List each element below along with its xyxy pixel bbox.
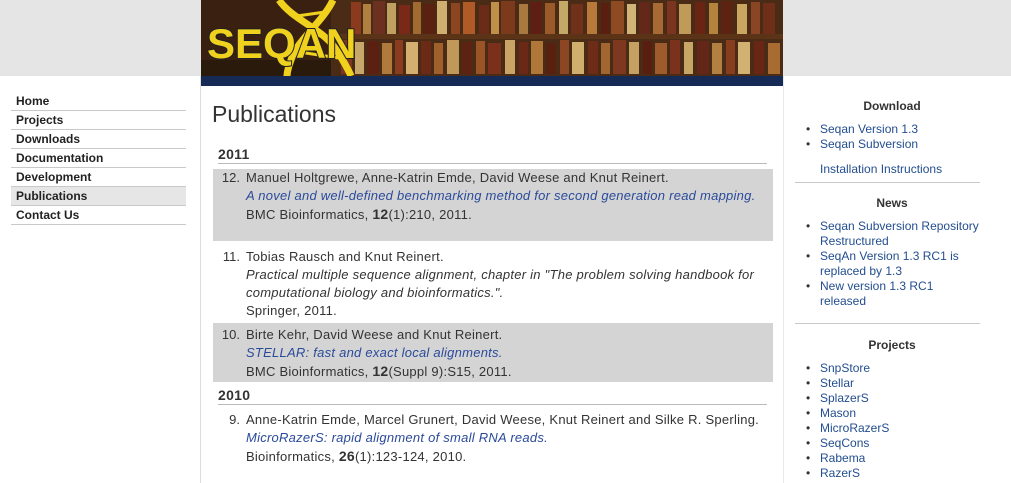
download-heading: Download xyxy=(863,99,921,113)
pub-issue: (Suppl 9):S15, 2011. xyxy=(388,364,512,379)
year-heading-2011: 2011 xyxy=(218,146,767,164)
news-list: Seqan Subversion Repository Restructured… xyxy=(806,219,981,309)
logo-text: SEQAN xyxy=(207,20,356,67)
bookshelf-image: SEQAN xyxy=(201,0,783,86)
pub-title-link[interactable]: MicroRazerS: rapid alignment of small RN… xyxy=(246,429,766,447)
pub-issue: (1):123-124, 2010. xyxy=(354,449,467,464)
header-banner: SEQAN xyxy=(201,0,783,86)
pub-authors: Manuel Holtgrewe, Anne-Katrin Emde, Davi… xyxy=(246,170,669,185)
publication-9: 9. Anne-Katrin Emde, Marcel Grunert, Dav… xyxy=(213,411,773,483)
publication-12: 12. Manuel Holtgrewe, Anne-Katrin Emde, … xyxy=(213,169,773,241)
main-content: Publications 2011 12. Manuel Holtgrewe, … xyxy=(201,86,783,483)
pub-journal: BMC Bioinformatics, xyxy=(246,207,373,222)
project-link[interactable]: Stellar xyxy=(806,376,981,391)
nav-item-development[interactable]: Development xyxy=(11,168,186,187)
pub-number: 12. xyxy=(221,170,240,185)
nav-item-downloads[interactable]: Downloads xyxy=(11,130,186,149)
pub-authors: Birte Kehr, David Weese and Knut Reinert… xyxy=(246,327,503,342)
pub-journal: Springer, 2011. xyxy=(246,303,337,318)
pub-number: 9. xyxy=(229,412,240,427)
year-heading-2010: 2010 xyxy=(218,387,767,405)
project-link[interactable]: MicroRazerS xyxy=(806,421,981,436)
nav-item-projects[interactable]: Projects xyxy=(11,111,186,130)
nav-item-documentation[interactable]: Documentation xyxy=(11,149,186,168)
section-divider xyxy=(795,182,980,183)
pub-number: 11. xyxy=(222,249,240,264)
news-item[interactable]: SeqAn Version 1.3 RC1 is replaced by 1.3 xyxy=(806,249,981,279)
pub-title-link[interactable]: A novel and well-defined benchmarking me… xyxy=(246,187,766,205)
pub-title-link[interactable]: STELLAR: fast and exact local alignments… xyxy=(246,344,766,362)
project-link[interactable]: Mason xyxy=(806,406,981,421)
publication-10: 10. Birte Kehr, David Weese and Knut Rei… xyxy=(213,323,773,382)
pub-volume: 12 xyxy=(372,206,389,222)
projects-heading: Projects xyxy=(868,338,916,352)
pub-number: 10. xyxy=(221,327,240,342)
right-sidebar: Download Seqan Version 1.3 Seqan Subvers… xyxy=(784,76,1011,483)
news-item[interactable]: New version 1.3 RC1 released xyxy=(806,279,981,309)
news-item[interactable]: Seqan Subversion Repository Restructured xyxy=(806,219,981,249)
download-list: Seqan Version 1.3 Seqan Subversion xyxy=(806,122,981,152)
project-link[interactable]: Rabema xyxy=(806,451,981,466)
pub-title: Practical multiple sequence alignment, c… xyxy=(246,267,755,300)
news-heading: News xyxy=(876,196,908,210)
nav-item-home[interactable]: Home xyxy=(11,92,186,111)
project-link[interactable]: RazerS xyxy=(806,466,981,481)
download-link-version[interactable]: Seqan Version 1.3 xyxy=(806,122,981,137)
nav-item-contact[interactable]: Contact Us xyxy=(11,206,186,225)
publication-11: 11. Tobias Rausch and Knut Reinert. Prac… xyxy=(213,248,773,320)
pub-authors: Anne-Katrin Emde, Marcel Grunert, David … xyxy=(246,412,760,427)
page-title: Publications xyxy=(212,101,337,127)
project-link[interactable]: SplazerS xyxy=(806,391,981,406)
pub-authors: Tobias Rausch and Knut Reinert. xyxy=(246,249,444,264)
pub-issue: (1):210, 2011. xyxy=(388,207,472,222)
installation-instructions-link[interactable]: Installation Instructions xyxy=(820,162,942,176)
project-link[interactable]: SeqCons xyxy=(806,436,981,451)
download-link-subversion[interactable]: Seqan Subversion xyxy=(806,137,981,152)
pub-journal: BMC Bioinformatics, xyxy=(246,364,373,379)
nav-item-publications[interactable]: Publications xyxy=(11,187,186,206)
left-sidebar: Home Projects Downloads Documentation De… xyxy=(0,76,201,483)
main-nav: Home Projects Downloads Documentation De… xyxy=(11,92,186,225)
pub-volume: 26 xyxy=(338,448,355,464)
section-divider xyxy=(795,323,980,324)
projects-list: SnpStore Stellar SplazerS Mason MicroRaz… xyxy=(806,361,981,481)
pub-volume: 12 xyxy=(372,363,389,379)
project-link[interactable]: SnpStore xyxy=(806,361,981,376)
pub-journal: Bioinformatics, xyxy=(246,449,339,464)
